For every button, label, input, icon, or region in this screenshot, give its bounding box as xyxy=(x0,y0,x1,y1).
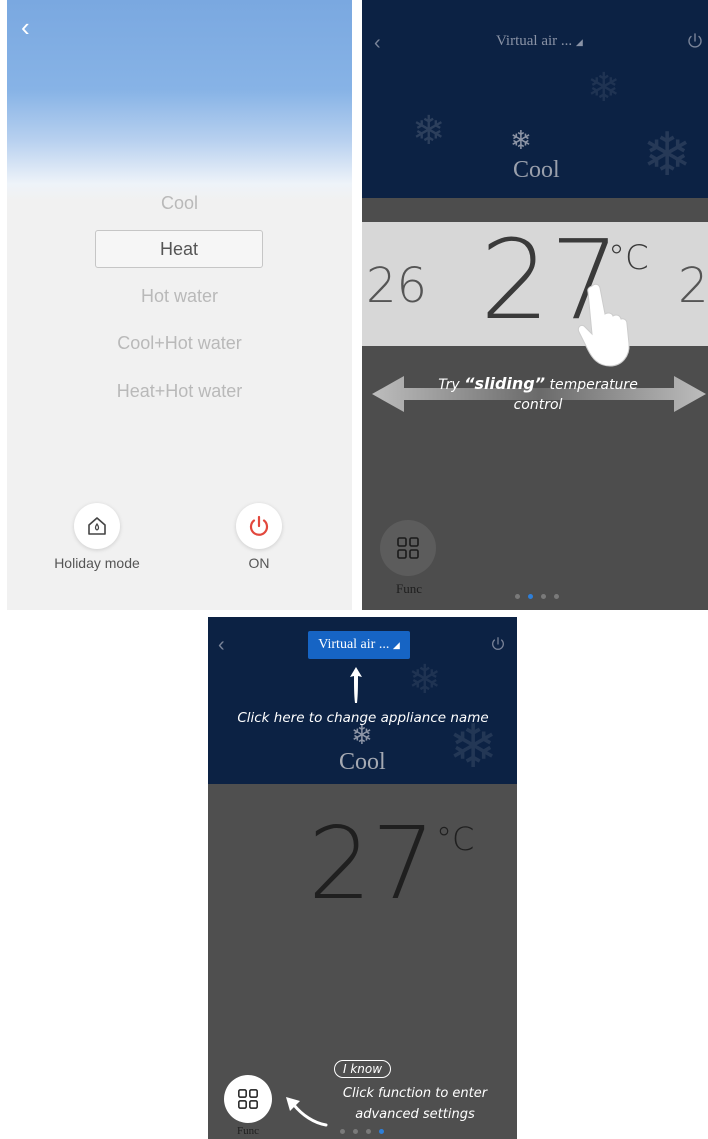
snowflake-decor-icon: ❄ xyxy=(408,658,442,702)
func-label: Func xyxy=(396,581,422,596)
snowflake-icon: ❄ xyxy=(510,125,532,155)
grid-icon xyxy=(397,537,419,559)
snowflake-decor-icon: ❄ xyxy=(587,66,621,110)
current-mode-label: Cool xyxy=(339,749,386,775)
slide-hint: Try “sliding” temperature control xyxy=(414,374,662,415)
temp-current: 27 xyxy=(308,805,436,922)
func-button[interactable] xyxy=(380,520,436,576)
snowflake-decor-icon: ❄ xyxy=(642,121,693,188)
mode-option-heat-hot-water[interactable]: Heat+Hot water xyxy=(7,381,352,402)
func-hint-text: advanced settings xyxy=(355,1107,475,1122)
power-on-button[interactable] xyxy=(236,503,282,549)
page-dot xyxy=(541,594,546,599)
func-hint: Click function to enter advanced setting… xyxy=(320,1083,510,1125)
name-and-func-tutorial-screen: ❄ ❄ ‹ Virtual air ... ◢ Click here to ch… xyxy=(208,617,517,1139)
mode-option-heat-selected[interactable]: Heat xyxy=(95,230,263,268)
func-hint-text: Click function to enter xyxy=(342,1086,488,1101)
holiday-mode-button[interactable] xyxy=(74,503,120,549)
on-label: ON xyxy=(248,555,270,571)
appliance-name: Virtual air ... xyxy=(496,33,573,49)
slide-hint-text: temperature xyxy=(545,377,638,393)
page-dot xyxy=(340,1129,345,1134)
func-label: Func xyxy=(237,1125,259,1137)
hand-pointer-icon xyxy=(577,283,630,367)
mode-option-hot-water[interactable]: Hot water xyxy=(7,286,352,307)
slide-hint-quoted: “sliding” xyxy=(464,374,546,393)
mode-option-cool[interactable]: Cool xyxy=(7,193,352,214)
mode-option-cool-hot-water[interactable]: Cool+Hot water xyxy=(7,333,352,354)
slide-hint-text: control xyxy=(513,397,563,413)
appliance-name-dropdown[interactable]: Virtual air ... ◢ xyxy=(308,631,410,659)
current-mode-label: Cool xyxy=(513,157,560,183)
back-icon[interactable]: ‹ xyxy=(218,634,225,657)
curved-arrow-icon xyxy=(286,1097,328,1127)
page-dot xyxy=(353,1129,358,1134)
up-arrow-icon xyxy=(350,667,362,703)
back-icon[interactable]: ‹ xyxy=(374,32,381,55)
func-button[interactable] xyxy=(224,1075,272,1123)
sky-background xyxy=(7,0,352,200)
page-dot xyxy=(366,1129,371,1134)
snowflake-icon: ❄ xyxy=(351,720,373,750)
temp-prev[interactable]: 26 xyxy=(366,258,427,314)
snowflake-decor-icon: ❄ xyxy=(412,109,446,153)
power-icon[interactable] xyxy=(490,636,506,652)
dropdown-triangle-icon: ◢ xyxy=(392,640,400,650)
mode-select-screen: ‹ Cool Heat Hot water Cool+Hot water Hea… xyxy=(7,0,352,610)
dropdown-triangle-icon: ◢ xyxy=(575,37,583,47)
holiday-mode-label: Holiday mode xyxy=(54,555,140,571)
page-dot xyxy=(515,594,520,599)
page-dot xyxy=(554,594,559,599)
page-dot-active xyxy=(379,1129,384,1134)
power-icon xyxy=(249,515,269,536)
grid-icon xyxy=(238,1089,258,1109)
appliance-name-dropdown[interactable]: Virtual air ... ◢ xyxy=(496,33,583,50)
i-know-button[interactable]: I know xyxy=(334,1060,392,1078)
page-indicator xyxy=(515,594,559,599)
back-icon[interactable]: ‹ xyxy=(21,14,30,40)
power-icon[interactable] xyxy=(686,32,704,50)
temp-next[interactable]: 28 xyxy=(678,258,708,314)
page-dot-active xyxy=(528,594,533,599)
slide-hint-text: Try xyxy=(438,377,465,393)
house-icon xyxy=(88,517,106,535)
temperature-slide-tutorial-screen: ❄ ❄ ❄ ‹ Virtual air ... ◢ ❄ Cool 26 27 °… xyxy=(362,0,708,610)
page-indicator xyxy=(340,1129,384,1134)
temp-unit: °C xyxy=(608,238,649,278)
appliance-name: Virtual air ... xyxy=(318,637,390,652)
temp-unit: °C xyxy=(436,820,475,858)
